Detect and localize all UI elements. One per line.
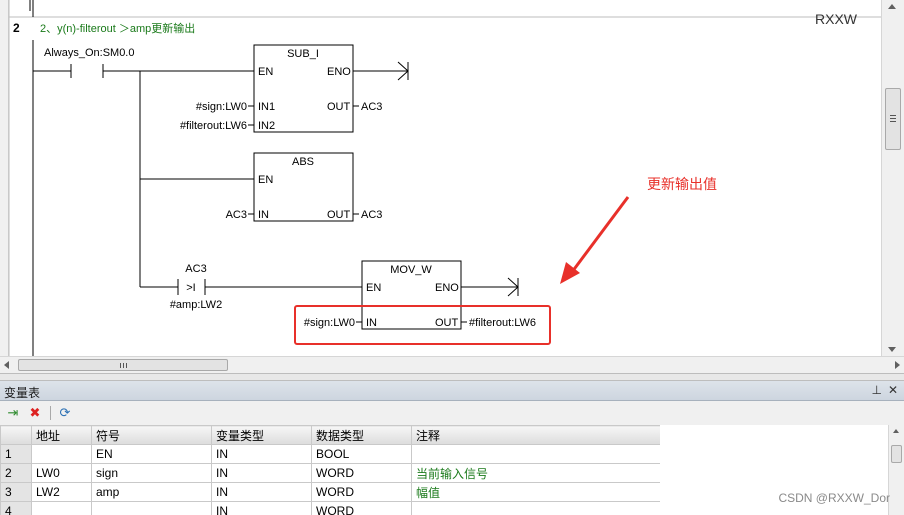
table-row[interactable]: 4 IN WORD <box>0 501 660 515</box>
row-number[interactable]: 2 <box>0 463 32 483</box>
editor-gutter <box>0 0 9 356</box>
mov-en-pin: EN <box>366 282 381 294</box>
table-row[interactable]: 3 LW2 amp IN WORD 幅值 <box>0 482 660 502</box>
update-icon[interactable]: ⟳ <box>56 404 74 422</box>
cell-comment[interactable]: 幅值 <box>411 482 660 502</box>
abs-in-pin: IN <box>258 209 269 221</box>
cell-symbol[interactable]: sign <box>91 463 212 483</box>
cell-comment[interactable] <box>411 444 660 464</box>
cell-var-type[interactable]: IN <box>211 463 312 483</box>
annotation-text: 更新输出值 <box>647 176 717 192</box>
scroll-right-icon[interactable] <box>895 361 900 369</box>
variable-table-panel: 变量表 ⊥ ✕ ⇥ ✖ ⟳ 地址 符号 变量类型 数据类型 注释 1 EN IN… <box>0 381 904 515</box>
cell-symbol[interactable]: EN <box>91 444 212 464</box>
sub-out-value: AC3 <box>361 101 382 113</box>
row-number[interactable]: 3 <box>0 482 32 502</box>
network-comment: 2、y(n)-filterout ＞amp更新输出 <box>40 21 195 35</box>
ladder-diagram: 2 2、y(n)-filterout ＞amp更新输出 RXXW Always_… <box>9 0 881 356</box>
cell-var-type[interactable]: IN <box>211 444 312 464</box>
variable-table-wrapper: 地址 符号 变量类型 数据类型 注释 1 EN IN BOOL 2 LW0 si… <box>0 425 660 515</box>
compare-operator: >I <box>186 282 195 294</box>
ladder-editor: 2 2、y(n)-filterout ＞amp更新输出 RXXW Always_… <box>0 0 904 373</box>
scroll-left-icon[interactable] <box>4 361 9 369</box>
cell-address[interactable] <box>31 501 92 515</box>
cell-symbol[interactable]: amp <box>91 482 212 502</box>
mov-in-pin: IN <box>366 317 377 329</box>
network-number: 2 <box>13 21 20 35</box>
header-var-type[interactable]: 变量类型 <box>211 425 312 445</box>
row-number[interactable]: 4 <box>0 501 32 515</box>
annotation-arrow <box>570 196 630 273</box>
horizontal-scroll-thumb[interactable] <box>18 359 228 371</box>
mov-title: MOV_W <box>390 264 432 276</box>
sub-in1-value: #sign:LW0 <box>196 101 247 113</box>
scroll-up-icon[interactable] <box>893 429 899 433</box>
abs-out-pin: OUT <box>327 209 351 221</box>
mov-eno-pin: ENO <box>435 282 459 294</box>
cell-address[interactable]: LW0 <box>31 463 92 483</box>
abs-out-value: AC3 <box>361 209 382 221</box>
cell-data-type[interactable]: WORD <box>311 463 412 483</box>
row-number[interactable]: 1 <box>0 444 32 464</box>
header-address[interactable]: 地址 <box>31 425 92 445</box>
variable-table-toolbar: ⇥ ✖ ⟳ <box>0 401 904 425</box>
abs-en-pin: EN <box>258 174 273 186</box>
scroll-up-icon[interactable] <box>888 4 896 9</box>
sub-in2-pin: IN2 <box>258 120 275 132</box>
sub-eno-pin: ENO <box>327 66 351 78</box>
table-scroll-thumb[interactable] <box>891 445 902 463</box>
cell-comment[interactable]: 当前输入信号 <box>411 463 660 483</box>
variable-table-title: 变量表 <box>4 386 41 400</box>
editor-horizontal-scrollbar[interactable] <box>0 356 904 373</box>
contact-label: Always_On:SM0.0 <box>44 47 134 59</box>
sub-in2-value: #filterout:LW6 <box>180 120 247 132</box>
sub-i-title: SUB_I <box>287 48 319 60</box>
table-vertical-scrollbar[interactable] <box>888 425 904 515</box>
corner-label: RXXW <box>815 11 858 27</box>
close-icon[interactable]: ✕ <box>888 383 898 397</box>
header-comment[interactable]: 注释 <box>411 425 660 445</box>
compare-bottom-operand: #amp:LW2 <box>170 299 222 311</box>
cell-data-type[interactable]: WORD <box>311 501 412 515</box>
cell-symbol[interactable] <box>91 501 212 515</box>
sub-out-pin: OUT <box>327 101 351 113</box>
cell-address[interactable] <box>31 444 92 464</box>
delete-row-icon[interactable]: ✖ <box>26 404 44 422</box>
table-row[interactable]: 2 LW0 sign IN WORD 当前输入信号 <box>0 463 660 483</box>
sub-in1-pin: IN1 <box>258 101 275 113</box>
vertical-scroll-thumb[interactable] <box>885 88 901 150</box>
insert-row-icon[interactable]: ⇥ <box>4 404 22 422</box>
cell-data-type[interactable]: BOOL <box>311 444 412 464</box>
panel-splitter[interactable] <box>0 373 904 381</box>
header-rownum <box>0 425 32 445</box>
header-data-type[interactable]: 数据类型 <box>311 425 412 445</box>
ladder-canvas[interactable]: 2 2、y(n)-filterout ＞amp更新输出 RXXW Always_… <box>9 0 881 356</box>
abs-title: ABS <box>292 156 314 168</box>
cell-data-type[interactable]: WORD <box>311 482 412 502</box>
mov-out-pin: OUT <box>435 317 459 329</box>
cell-var-type[interactable]: IN <box>211 501 312 515</box>
cell-var-type[interactable]: IN <box>211 482 312 502</box>
sub-en-pin: EN <box>258 66 273 78</box>
editor-vertical-scrollbar[interactable] <box>881 0 904 356</box>
abs-in-value: AC3 <box>226 209 247 221</box>
toolbar-separator <box>50 406 51 420</box>
header-symbol[interactable]: 符号 <box>91 425 212 445</box>
mov-out-value: #filterout:LW6 <box>469 317 536 329</box>
table-header-row: 地址 符号 变量类型 数据类型 注释 <box>0 425 660 445</box>
cell-address[interactable]: LW2 <box>31 482 92 502</box>
watermark: CSDN @RXXW_Dor <box>778 491 890 505</box>
pin-icon[interactable]: ⊥ <box>872 383 882 397</box>
mov-in-value: #sign:LW0 <box>304 317 355 329</box>
table-row[interactable]: 1 EN IN BOOL <box>0 444 660 464</box>
variable-table-titlebar: 变量表 ⊥ ✕ <box>0 381 904 401</box>
scroll-down-icon[interactable] <box>888 347 896 352</box>
variable-table: 地址 符号 变量类型 数据类型 注释 1 EN IN BOOL 2 LW0 si… <box>0 425 660 515</box>
compare-top-operand: AC3 <box>185 263 206 275</box>
cell-comment[interactable] <box>411 501 660 515</box>
